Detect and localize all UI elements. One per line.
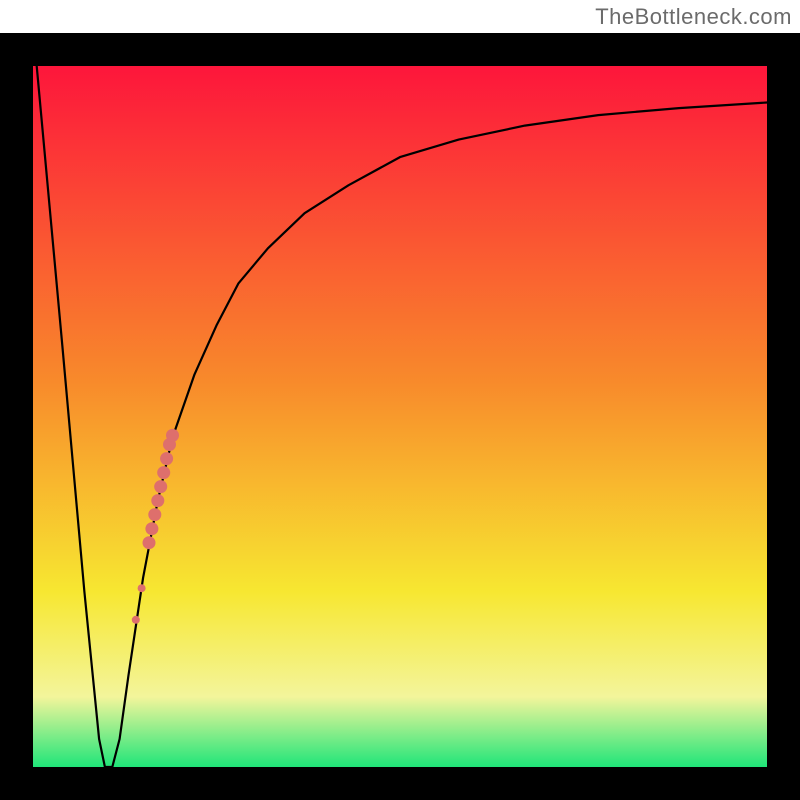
data-point [138, 584, 146, 592]
data-point [151, 494, 164, 507]
bottleneck-chart [33, 66, 767, 767]
data-point [132, 616, 140, 624]
data-point [157, 466, 170, 479]
plot-area [33, 66, 767, 767]
data-point [166, 429, 179, 442]
data-point [154, 480, 167, 493]
data-point [160, 452, 173, 465]
heatmap-background [33, 66, 767, 767]
data-point [143, 536, 156, 549]
data-point [145, 522, 158, 535]
watermark-text: TheBottleneck.com [595, 4, 792, 30]
data-point [148, 508, 161, 521]
